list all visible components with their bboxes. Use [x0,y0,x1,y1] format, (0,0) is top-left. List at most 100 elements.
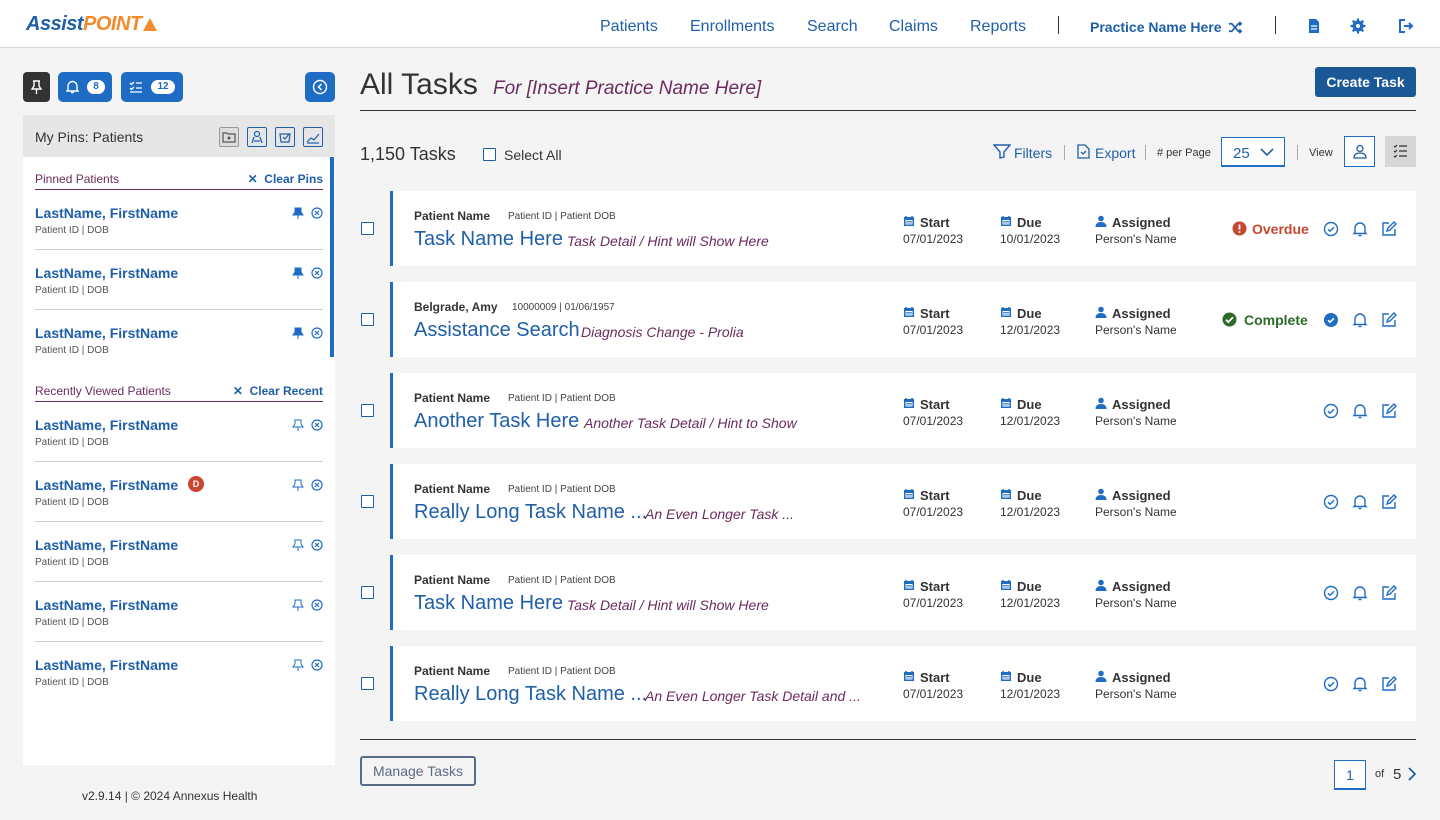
clear-recent-button[interactable]: ✕ Clear Recent [233,384,323,398]
sidebar-scrollbar[interactable] [330,157,334,357]
complete-task-icon[interactable] [1323,494,1339,510]
pinned-patient-name[interactable]: LastName, FirstName [35,325,178,341]
bell-icon[interactable] [1352,585,1368,601]
task-name[interactable]: Another Task Here [414,410,579,433]
recent-patient-name[interactable]: LastName, FirstName [35,417,178,433]
task-name[interactable]: Task Name Here [414,592,563,615]
pinned-patient-name[interactable]: LastName, FirstName [35,205,178,221]
logo[interactable]: AssistPOINT [26,13,157,36]
clear-pins-button[interactable]: ✕ Clear Pins [248,172,323,186]
task-row-checkbox[interactable] [361,495,374,508]
document-icon[interactable] [1306,18,1322,34]
remove-circle-icon[interactable] [311,327,323,339]
nav-search[interactable]: Search [807,18,858,36]
complete-task-icon[interactable] [1323,221,1339,237]
pins-toggle-button[interactable] [23,72,50,102]
pinned-icon[interactable] [292,267,304,279]
edit-icon[interactable] [1381,585,1397,601]
edit-icon[interactable] [1381,403,1397,419]
pinned-patient-name[interactable]: LastName, FirstName [35,265,178,281]
edit-icon[interactable] [1381,312,1397,328]
remove-circle-icon[interactable] [311,659,323,671]
view-list-button[interactable] [1385,136,1416,167]
nav-reports[interactable]: Reports [970,18,1026,36]
next-page-chevron-icon[interactable] [1406,767,1418,781]
edit-icon[interactable] [1381,676,1397,692]
task-row-checkbox[interactable] [361,404,374,417]
select-all-checkbox[interactable] [483,148,496,161]
pin-outline-icon[interactable] [292,539,304,551]
patients-folder-icon[interactable] [219,127,239,147]
filters-button[interactable]: Filters [1014,145,1052,161]
pin-outline-icon[interactable] [292,479,304,491]
complete-task-icon[interactable] [1323,676,1339,692]
pinned-icon[interactable] [292,207,304,219]
remove-circle-icon[interactable] [311,599,323,611]
reports-icon[interactable] [303,127,323,147]
per-page-select[interactable]: 25 [1221,137,1285,167]
nav-patients[interactable]: Patients [600,18,658,36]
task-row-checkbox[interactable] [361,222,374,235]
export-icon[interactable] [1077,144,1090,159]
task-row-checkbox[interactable] [361,313,374,326]
task-row-checkbox[interactable] [361,586,374,599]
task-name[interactable]: Really Long Task Name ... [414,501,647,524]
recent-patient-name[interactable]: LastName, FirstName [35,657,178,673]
task-name[interactable]: Really Long Task Name ... [414,683,647,706]
search-tasks-icon[interactable] [275,127,295,147]
pinned-icon[interactable] [292,327,304,339]
notifications-button[interactable]: 8 [58,72,112,102]
completed-task-icon[interactable] [1323,312,1339,328]
gear-icon[interactable] [1350,18,1366,34]
row-divider [35,249,323,250]
edit-icon[interactable] [1381,494,1397,510]
pin-outline-icon[interactable] [292,599,304,611]
filter-icon[interactable] [993,144,1011,159]
bell-icon[interactable] [1352,676,1368,692]
task-card[interactable]: Belgrade, Amy 10000009 | 01/06/1957 Assi… [390,282,1416,357]
bell-icon[interactable] [1352,403,1368,419]
task-row-checkbox[interactable] [361,677,374,690]
create-task-button[interactable]: Create Task [1315,67,1416,97]
assigned-label: Assigned [1112,215,1171,230]
practice-switcher[interactable]: Practice Name Here [1090,19,1222,35]
start-label: Start [920,215,950,230]
task-card[interactable]: Patient Name Patient ID | Patient DOB Ta… [390,191,1416,266]
task-card[interactable]: Patient Name Patient ID | Patient DOB An… [390,373,1416,448]
manage-tasks-button[interactable]: Manage Tasks [360,756,476,786]
complete-task-icon[interactable] [1323,585,1339,601]
nav-enrollments[interactable]: Enrollments [690,18,774,36]
remove-circle-icon[interactable] [311,539,323,551]
enrollments-icon[interactable] [247,127,267,147]
recent-patients-label: Recently Viewed Patients [35,384,171,398]
complete-task-icon[interactable] [1323,403,1339,419]
export-button[interactable]: Export [1095,145,1135,161]
shuffle-icon[interactable] [1228,20,1243,35]
task-name[interactable]: Assistance Search [414,319,580,342]
task-name[interactable]: Task Name Here [414,228,563,251]
pin-outline-icon[interactable] [292,659,304,671]
task-card[interactable]: Patient Name Patient ID | Patient DOB Re… [390,464,1416,539]
remove-circle-icon[interactable] [311,267,323,279]
nav-claims[interactable]: Claims [889,18,938,36]
recent-patient-name[interactable]: LastName, FirstName [35,537,178,553]
bell-icon[interactable] [1352,494,1368,510]
task-card[interactable]: Patient Name Patient ID | Patient DOB Re… [390,646,1416,721]
remove-circle-icon[interactable] [311,479,323,491]
bell-icon[interactable] [1352,221,1368,237]
tasks-button[interactable]: 12 [121,72,183,102]
view-person-button[interactable] [1344,136,1375,167]
task-card[interactable]: Patient Name Patient ID | Patient DOB Ta… [390,555,1416,630]
remove-circle-icon[interactable] [311,419,323,431]
task-hint: Another Task Detail / Hint to Show [584,415,797,431]
due-label: Due [1017,215,1042,230]
recent-patient-name[interactable]: LastName, FirstName [35,597,178,613]
logout-icon[interactable] [1398,18,1414,34]
pin-outline-icon[interactable] [292,419,304,431]
edit-icon[interactable] [1381,221,1397,237]
current-page-input[interactable]: 1 [1334,760,1366,790]
bell-icon[interactable] [1352,312,1368,328]
collapse-sidebar-button[interactable] [305,72,335,102]
remove-circle-icon[interactable] [311,207,323,219]
recent-patient-name[interactable]: LastName, FirstName [35,477,178,493]
